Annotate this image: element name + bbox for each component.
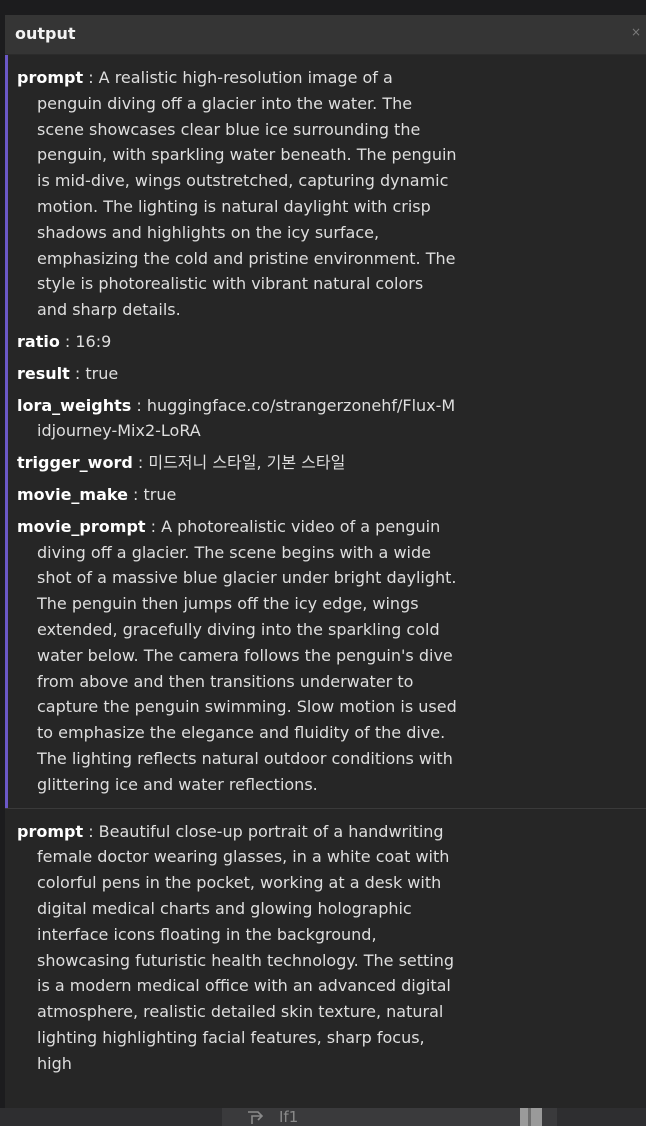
field-key: result	[17, 363, 70, 383]
field-movie-prompt: movie_prompt : A photorealistic video of…	[17, 516, 457, 794]
output-entry: prompt : A realistic high-resolution ima…	[5, 55, 646, 808]
field-value: Beautiful close-up portrait of a handwri…	[37, 821, 455, 1073]
field-ratio: ratio : 16:9	[17, 331, 112, 351]
field-value: 16:9	[75, 331, 112, 351]
status-bar-segment	[0, 1108, 222, 1126]
branch-label: If1	[279, 1108, 299, 1126]
output-panel: output × prompt : A realistic high-resol…	[5, 15, 646, 1108]
panel-title: output	[15, 24, 76, 43]
field-key: ratio	[17, 331, 60, 351]
field-movie-make: movie_make : true	[17, 484, 177, 504]
field-value: A photorealistic video of a penguin divi…	[37, 516, 457, 794]
branch-icon	[248, 1111, 264, 1124]
close-icon[interactable]: ×	[631, 26, 643, 38]
field-value: true	[143, 484, 177, 504]
field-key: movie_prompt	[17, 516, 146, 536]
field-prompt: prompt : Beautiful close-up portrait of …	[17, 821, 455, 1073]
top-strip	[0, 0, 646, 15]
field-key: lora_weights	[17, 395, 132, 415]
panel-header: output ×	[5, 15, 646, 55]
output-entry: prompt : Beautiful close-up portrait of …	[5, 807, 646, 1087]
field-key: prompt	[17, 821, 84, 841]
field-trigger-word: trigger_word : 미드저니 스타일, 기본 스타일	[17, 453, 346, 473]
field-prompt: prompt : A realistic high-resolution ima…	[17, 68, 457, 320]
field-key: movie_make	[17, 484, 128, 504]
field-value: 미드저니 스타일, 기본 스타일	[148, 453, 346, 473]
status-bar-segment	[557, 1108, 646, 1126]
status-bar: If1	[0, 1108, 646, 1126]
field-result: result : true	[17, 363, 119, 383]
field-value: A realistic high-resolution image of a p…	[37, 68, 457, 320]
scrollbar-handle[interactable]	[520, 1108, 542, 1126]
field-lora-weights: lora_weights : huggingface.co/strangerzo…	[17, 395, 456, 441]
field-value: true	[85, 363, 119, 383]
field-key: trigger_word	[17, 453, 133, 473]
field-key: prompt	[17, 68, 84, 87]
